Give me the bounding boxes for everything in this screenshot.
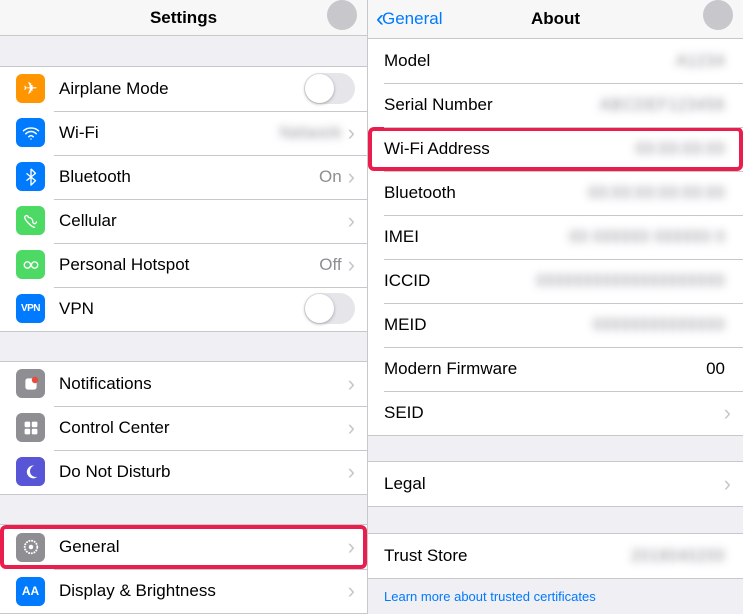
row-general[interactable]: General ›	[0, 525, 367, 569]
serial-value: ABCDEF123456	[599, 95, 725, 115]
general-label: General	[59, 537, 348, 557]
chevron-icon: ›	[348, 415, 355, 441]
meid-value: 00000000000000	[593, 315, 725, 335]
row-meid[interactable]: MEID 00000000000000	[368, 303, 743, 347]
wifi-address-label: Wi-Fi Address	[384, 139, 635, 159]
chevron-icon: ›	[348, 578, 355, 604]
meid-label: MEID	[384, 315, 593, 335]
row-display[interactable]: AA Display & Brightness ›	[0, 569, 367, 613]
about-header: ‹ General About	[368, 0, 743, 39]
row-dnd[interactable]: Do Not Disturb ›	[0, 450, 367, 494]
row-wifi[interactable]: Wi-Fi Network ›	[0, 111, 367, 155]
chevron-icon: ›	[348, 164, 355, 190]
chevron-icon: ›	[724, 471, 731, 497]
imei-label: IMEI	[384, 227, 569, 247]
firmware-value: 00	[706, 359, 725, 379]
row-notifications[interactable]: Notifications ›	[0, 362, 367, 406]
legal-label: Legal	[384, 474, 724, 494]
row-seid[interactable]: SEID ›	[368, 391, 743, 435]
display-icon: AA	[16, 577, 45, 606]
settings-group-notifications: Notifications › Control Center › Do Not …	[0, 361, 367, 495]
chevron-icon: ›	[348, 208, 355, 234]
chevron-icon: ›	[348, 371, 355, 397]
firmware-label: Modern Firmware	[384, 359, 706, 379]
model-label: Model	[384, 51, 676, 71]
vpn-label: VPN	[59, 299, 304, 319]
trust-label: Trust Store	[384, 546, 630, 566]
row-trust-store[interactable]: Trust Store 2018040200	[368, 534, 743, 578]
model-value: A1234	[676, 51, 725, 71]
row-control-center[interactable]: Control Center ›	[0, 406, 367, 450]
seid-label: SEID	[384, 403, 724, 423]
settings-header: Settings	[0, 0, 367, 36]
airplane-label: Airplane Mode	[59, 79, 304, 99]
wifi-label: Wi-Fi	[59, 123, 279, 143]
row-hotspot[interactable]: Personal Hotspot Off ›	[0, 243, 367, 287]
serial-label: Serial Number	[384, 95, 599, 115]
hotspot-icon	[16, 250, 45, 279]
bluetooth-addr-value: 00:00:00:00:00:00	[588, 183, 725, 203]
about-group-trust: Trust Store 2018040200	[368, 533, 743, 579]
about-title: About	[531, 9, 580, 29]
vpn-icon: VPN	[16, 294, 45, 323]
hotspot-label: Personal Hotspot	[59, 255, 319, 275]
chevron-icon: ›	[724, 400, 731, 426]
bluetooth-icon	[16, 162, 45, 191]
chevron-icon: ›	[348, 120, 355, 146]
cellular-icon	[16, 206, 45, 235]
settings-pane: Settings ✈ Airplane Mode Wi-Fi Network ›…	[0, 0, 368, 614]
wifi-value: Network	[279, 123, 341, 143]
gear-icon	[16, 533, 45, 562]
iccid-value: 00000000000000000000	[536, 271, 725, 291]
hotspot-value: Off	[319, 255, 341, 275]
row-vpn[interactable]: VPN VPN	[0, 287, 367, 331]
bluetooth-addr-label: Bluetooth	[384, 183, 588, 203]
header-circle-button[interactable]	[327, 0, 357, 30]
cellular-label: Cellular	[59, 211, 348, 231]
iccid-label: ICCID	[384, 271, 536, 291]
chevron-icon: ›	[348, 252, 355, 278]
wifi-address-value: 00:00:00:00	[635, 139, 725, 159]
trusted-certs-link[interactable]: Learn more about trusted certificates	[368, 579, 743, 614]
airplane-toggle[interactable]	[304, 73, 355, 104]
control-center-icon	[16, 413, 45, 442]
control-center-label: Control Center	[59, 418, 348, 438]
about-pane: ‹ General About Model A1234 Serial Numbe…	[368, 0, 743, 614]
settings-group-connectivity: ✈ Airplane Mode Wi-Fi Network › Bluetoot…	[0, 66, 367, 332]
header-circle-button-right[interactable]	[703, 0, 733, 30]
row-wifi-address[interactable]: Wi-Fi Address 00:00:00:00	[368, 127, 743, 171]
back-button[interactable]: ‹ General	[376, 7, 442, 31]
vpn-toggle[interactable]	[304, 293, 355, 324]
settings-title: Settings	[150, 8, 217, 28]
row-imei[interactable]: IMEI 00 000000 000000 0	[368, 215, 743, 259]
row-bluetooth[interactable]: Bluetooth On ›	[0, 155, 367, 199]
row-iccid[interactable]: ICCID 00000000000000000000	[368, 259, 743, 303]
chevron-icon: ›	[348, 459, 355, 485]
imei-value: 00 000000 000000 0	[569, 227, 725, 247]
notifications-icon	[16, 369, 45, 398]
airplane-icon: ✈	[16, 74, 45, 103]
settings-group-general: General › AA Display & Brightness ›	[0, 524, 367, 614]
bluetooth-value: On	[319, 167, 342, 187]
row-model[interactable]: Model A1234	[368, 39, 743, 83]
row-cellular[interactable]: Cellular ›	[0, 199, 367, 243]
notifications-label: Notifications	[59, 374, 348, 394]
dnd-icon	[16, 457, 45, 486]
bluetooth-label: Bluetooth	[59, 167, 319, 187]
about-group-info: Model A1234 Serial Number ABCDEF123456 W…	[368, 39, 743, 436]
row-legal[interactable]: Legal ›	[368, 462, 743, 506]
back-label: General	[382, 9, 442, 29]
row-firmware[interactable]: Modern Firmware 00	[368, 347, 743, 391]
chevron-icon: ›	[348, 534, 355, 560]
row-airplane-mode[interactable]: ✈ Airplane Mode	[0, 67, 367, 111]
display-label: Display & Brightness	[59, 581, 348, 601]
row-serial[interactable]: Serial Number ABCDEF123456	[368, 83, 743, 127]
trust-value: 2018040200	[630, 546, 725, 566]
dnd-label: Do Not Disturb	[59, 462, 348, 482]
about-group-legal: Legal ›	[368, 461, 743, 507]
row-bluetooth-addr[interactable]: Bluetooth 00:00:00:00:00:00	[368, 171, 743, 215]
wifi-icon	[16, 118, 45, 147]
